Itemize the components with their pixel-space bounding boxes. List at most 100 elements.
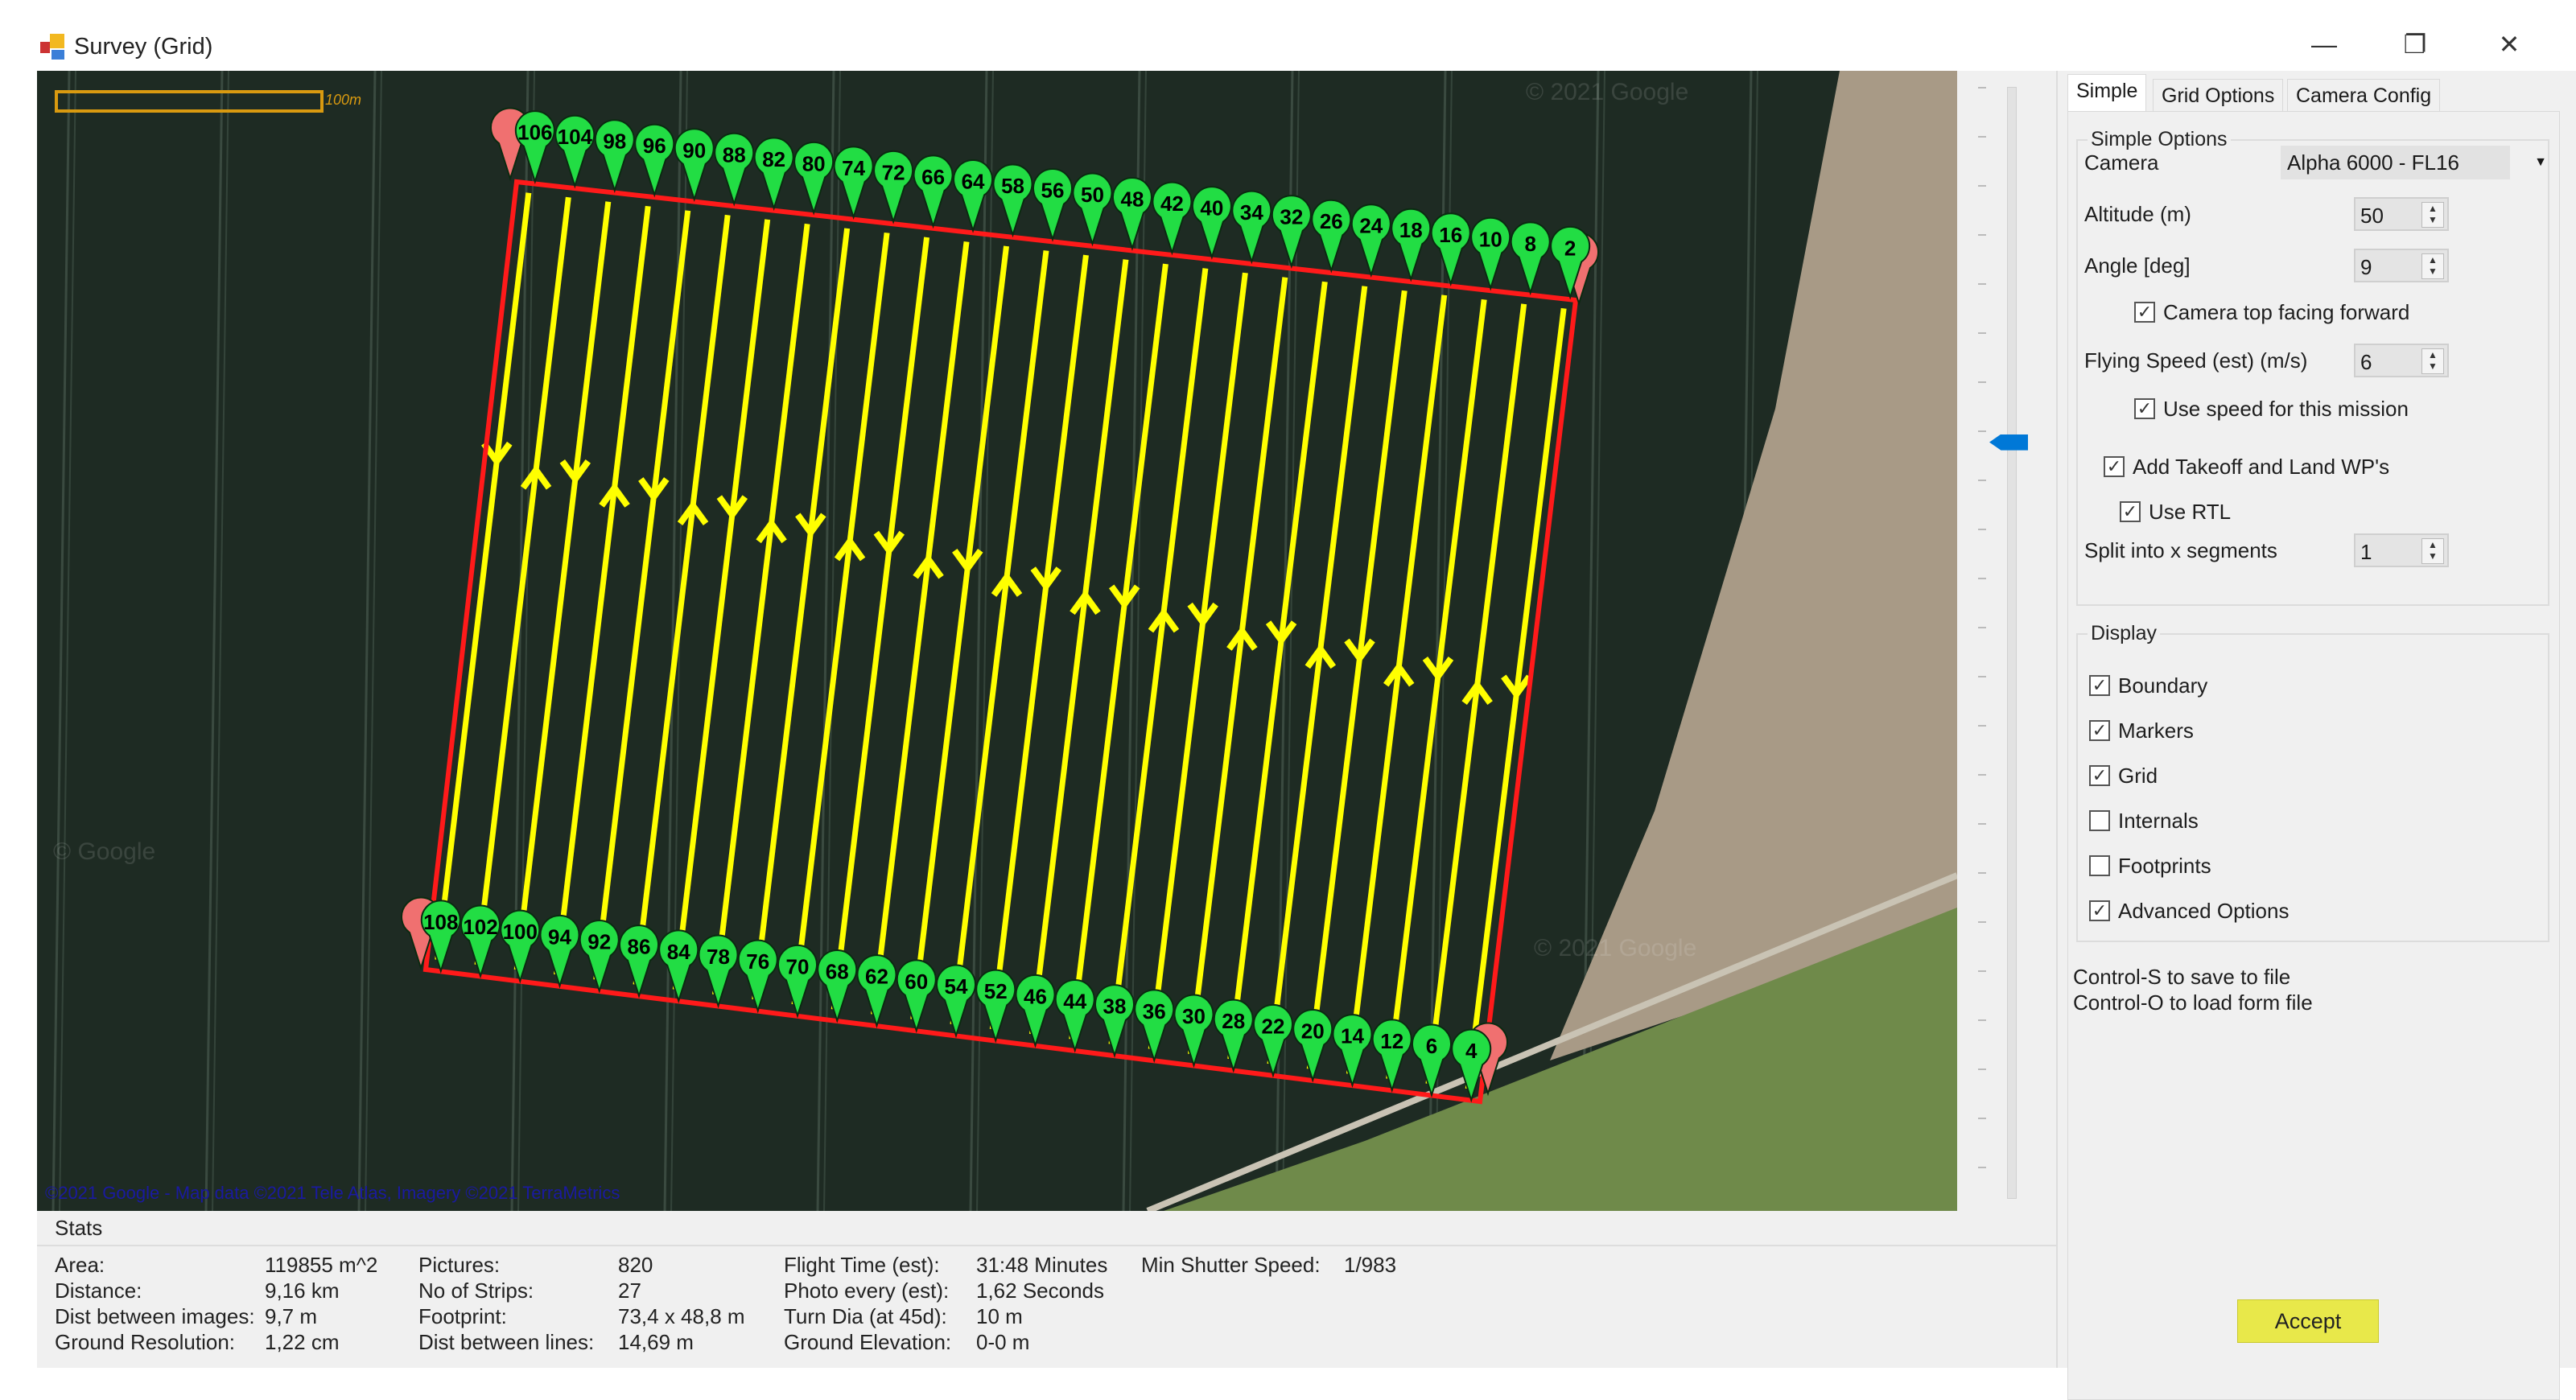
altitude-input[interactable]: 50 ▲ ▼ [2354,197,2449,231]
waypoint-number: 94 [548,924,571,949]
slider-tick [1978,921,1986,923]
stat-value: 73,4 x 48,8 m [618,1304,745,1328]
slider-tick [1978,1167,1986,1168]
stat-label: Ground Elevation: [784,1330,952,1354]
display-footprints-checkbox[interactable] [2089,855,2110,876]
waypoint-number: 44 [1063,989,1086,1013]
tab-camera-config[interactable]: Camera Config [2287,79,2441,112]
waypoint-number: 42 [1160,191,1184,216]
stat-value: 1,22 cm [265,1330,340,1354]
waypoint-number: 80 [802,151,826,175]
camera-top-forward-checkbox[interactable]: ✓ [2134,302,2155,323]
display-boundary-checkbox[interactable]: ✓ [2089,675,2110,696]
tab-simple[interactable]: Simple [2067,74,2147,112]
stat-label: No of Strips: [418,1279,534,1303]
display-internals-checkbox[interactable] [2089,810,2110,831]
stat-value: 10 m [976,1304,1023,1328]
speed-label: Flying Speed (est) (m/s) [2084,348,2308,373]
takeoff-land-checkbox[interactable]: ✓ [2104,456,2125,477]
takeoff-land-label: Add Takeoff and Land WP's [2133,455,2390,479]
waypoint-number: 96 [643,134,666,158]
save-hint: Control-S to save to file [2073,965,2291,989]
waypoint-number: 64 [962,169,985,193]
waypoint-number: 74 [842,156,865,180]
altitude-value: 50 [2360,204,2384,228]
speed-input[interactable]: 6 ▲ ▼ [2354,344,2449,377]
waypoint-number: 62 [865,965,888,989]
waypoint-number: 102 [463,915,497,939]
stat-label: Area: [55,1253,105,1277]
stat-label: Turn Dia (at 45d): [784,1304,947,1328]
camera-value: Alpha 6000 - FL16 [2287,150,2459,175]
waypoint-number: 54 [945,974,968,999]
waypoint-number: 46 [1024,984,1047,1008]
title-bar: Survey (Grid) — ❐ ✕ [0,0,2576,71]
chevron-down-icon[interactable]: ▼ [2534,146,2547,179]
slider-tick [1978,872,1986,874]
waypoint-number: 36 [1143,999,1166,1023]
waypoint-number: 16 [1439,223,1462,247]
split-label: Split into x segments [2084,538,2277,562]
spin-updown-icon[interactable]: ▲ ▼ [2421,348,2444,374]
speed-value: 6 [2360,350,2372,374]
angle-label: Angle [deg] [2084,253,2191,278]
divider [37,1245,2056,1246]
stat-label: Distance: [55,1279,142,1303]
use-rtl-label: Use RTL [2149,500,2232,524]
display-item-label: Grid [2118,764,2158,788]
accept-button[interactable]: Accept [2237,1299,2379,1343]
waypoint-number: 40 [1200,196,1223,220]
slider-tick [1978,234,1986,236]
stat-value: 14,69 m [618,1330,694,1354]
watermark: © 2021 Google [1534,935,1696,961]
altitude-label: Altitude (m) [2084,202,2191,226]
display-grid-checkbox[interactable]: ✓ [2089,765,2110,786]
waypoint-number: 12 [1380,1029,1403,1053]
stat-label: Dist between lines: [418,1330,595,1354]
app-icon [40,34,64,60]
waypoint-number: 72 [882,160,905,184]
camera-label: Camera [2084,150,2159,175]
camera-top-forward-label: Camera top facing forward [2163,300,2410,324]
display-advanced-options-checkbox[interactable]: ✓ [2089,900,2110,921]
spin-updown-icon[interactable]: ▲ ▼ [2421,202,2444,228]
watermark: © Google [53,838,155,865]
display-item-label: Internals [2118,809,2199,833]
group-label: Display [2088,622,2160,645]
angle-input[interactable]: 9 ▲ ▼ [2354,249,2449,282]
waypoint-number: 82 [762,147,785,171]
waypoint-number: 104 [558,125,593,149]
stat-value: 9,16 km [265,1279,340,1303]
close-button[interactable]: ✕ [2481,24,2537,64]
restore-button[interactable]: ❐ [2387,24,2443,64]
split-input[interactable]: 1 ▲ ▼ [2354,533,2449,567]
tab-grid-options[interactable]: Grid Options [2153,79,2284,112]
stats-panel: Stats Area: 119855 m^2 Distance: 9,16 km D… [37,1211,2056,1368]
slider-tick [1978,676,1986,677]
map-canvas[interactable]: 106 104 98 96 90 88 82 80 74 72 66 64 58 56 50 48 42 40 34… [37,71,1957,1211]
waypoint-number: 100 [503,920,538,944]
use-rtl-checkbox[interactable]: ✓ [2120,501,2141,522]
waypoint-number: 58 [1001,174,1024,198]
waypoint-number: 92 [587,930,611,954]
camera-select[interactable]: Alpha 6000 - FL16 ▼ [2281,146,2547,179]
minimize-button[interactable]: — [2296,24,2352,64]
use-speed-checkbox[interactable]: ✓ [2134,398,2155,419]
spin-updown-icon[interactable]: ▲ ▼ [2421,253,2444,279]
stat-value: 1,62 Seconds [976,1279,1105,1303]
map-view[interactable]: 106 104 98 96 90 88 82 80 74 72 66 64 58 56 50 48 42 40 34… [37,71,1957,1211]
display-markers-checkbox[interactable]: ✓ [2089,720,2110,741]
waypoint-number: 38 [1103,994,1127,1019]
waypoint-number: 34 [1240,200,1263,224]
stat-label: Photo every (est): [784,1279,950,1303]
slider-tick [1978,283,1986,285]
stat-value: 119855 m^2 [265,1253,378,1277]
waypoint-number: 66 [921,165,945,189]
stats-title: Stats [55,1216,103,1240]
use-speed-label: Use speed for this mission [2163,397,2409,421]
zoom-slider-track[interactable] [2007,87,2017,1199]
zoom-slider-thumb[interactable] [1989,434,2028,451]
slider-tick [1978,332,1986,334]
spin-updown-icon[interactable]: ▲ ▼ [2421,538,2444,564]
zoom-slider[interactable] [1957,71,2056,1211]
